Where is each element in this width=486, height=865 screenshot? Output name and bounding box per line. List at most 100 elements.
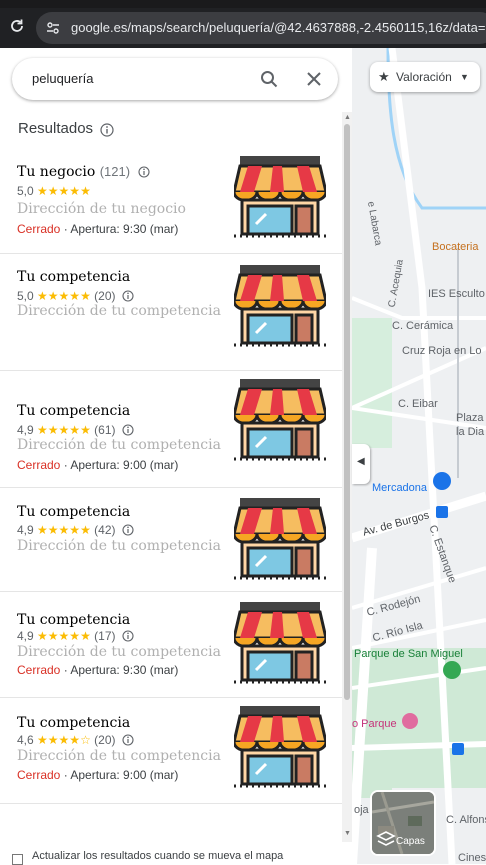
info-icon[interactable] — [100, 123, 114, 137]
rating-row: 4,9 ★★★★★ (42) — [17, 523, 134, 537]
rating-stars: ★★★★★ — [37, 523, 91, 537]
map-label-ies[interactable]: IES Esculto — [428, 288, 485, 300]
rating-value: 5,0 — [17, 289, 34, 303]
business-name[interactable]: Tu competencia — [17, 612, 130, 628]
browser-toolbar: google.es/maps/search/peluquería/@42.463… — [0, 0, 486, 48]
map-roads — [352, 48, 486, 864]
map-label-plaza[interactable]: Plaza — [456, 412, 484, 424]
map-label-parque[interactable]: o Parque — [352, 718, 397, 730]
business-name[interactable]: Tu competencia — [17, 403, 130, 419]
map-label-cruzroja[interactable]: Cruz Roja en Lo — [402, 345, 482, 357]
store-icon — [234, 379, 326, 461]
result-card[interactable]: Tu negocio (121) 5,0 ★★★★★ Dirección de … — [0, 144, 342, 254]
scroll-up-arrow[interactable]: ▲ — [344, 114, 351, 121]
collapse-panel-button[interactable]: ◀ — [352, 444, 370, 484]
rating-value: 4,9 — [17, 423, 34, 437]
star-icon: ★ — [378, 69, 390, 84]
closed-label: Cerrado — [17, 222, 61, 236]
business-address: Dirección de tu negocio — [17, 201, 186, 217]
review-count: (121) — [99, 164, 131, 179]
store-icon — [234, 156, 326, 238]
store-icon — [234, 706, 326, 788]
map-label-eibar: C. Eibar — [398, 398, 438, 410]
result-card[interactable]: Tu competencia 4,9 ★★★★★ (61) Dirección … — [0, 371, 342, 488]
rating-row: 5,0 ★★★★★ (20) — [17, 289, 134, 303]
closed-label: Cerrado — [17, 663, 61, 677]
closed-label: Cerrado — [17, 458, 61, 472]
site-settings-icon[interactable] — [46, 21, 60, 35]
info-icon[interactable] — [122, 734, 134, 746]
map-label-alfonso: C. Alfonso — [446, 814, 486, 826]
search-box[interactable]: peluquería — [12, 58, 338, 100]
store-icon — [234, 498, 326, 580]
review-count: (17) — [94, 629, 116, 643]
scrollbar-thumb[interactable] — [344, 124, 350, 700]
opening-status: Cerrado · Apertura: 9:30 (mar) — [17, 222, 178, 236]
business-address: Dirección de tu competencia — [17, 644, 221, 660]
opening-hours: · Apertura: 9:30 (mar) — [60, 663, 179, 677]
map-label-bocateria[interactable]: Bocateria — [432, 241, 478, 253]
business-name[interactable]: Tu competencia — [17, 504, 130, 520]
rating-value: 5,0 — [17, 184, 34, 198]
rating-value: 4,9 — [17, 523, 34, 537]
reload-icon[interactable] — [8, 17, 26, 35]
business-address: Dirección de tu competencia — [17, 303, 221, 319]
result-card[interactable]: Tu competencia 4,9 ★★★★★ (42) Dirección … — [0, 488, 342, 592]
rating-value: 4,6 — [17, 733, 34, 747]
scroll-down-arrow[interactable]: ▼ — [344, 830, 351, 837]
rating-stars: ★★★★★ — [37, 289, 91, 303]
chevron-down-icon: ▼ — [460, 72, 469, 82]
closed-label: Cerrado — [17, 768, 61, 782]
info-icon[interactable] — [122, 630, 134, 642]
business-name-row[interactable]: Tu negocio (121) — [17, 164, 150, 180]
layers-button[interactable]: Capas — [370, 790, 436, 856]
review-count: (20) — [94, 733, 116, 747]
opening-status: Cerrado · Apertura: 9:30 (mar) — [17, 663, 178, 677]
update-on-move-checkbox[interactable] — [12, 854, 23, 865]
search-input[interactable]: peluquería — [32, 58, 93, 100]
opening-status: Cerrado · Apertura: 9:00 (mar) — [17, 768, 178, 782]
business-name[interactable]: Tu competencia — [17, 269, 130, 285]
rating-row: 4,9 ★★★★★ (17) — [17, 629, 134, 643]
rating-stars: ★★★★★ — [37, 629, 91, 643]
url-text: google.es/maps/search/peluquería/@42.463… — [71, 20, 486, 35]
business-name[interactable]: Tu competencia — [17, 715, 130, 731]
info-icon[interactable] — [137, 166, 150, 178]
map-label-mercadona[interactable]: Mercadona — [372, 482, 427, 494]
opening-hours: · Apertura: 9:00 (mar) — [60, 768, 179, 782]
tab-strip — [0, 0, 486, 8]
store-icon — [234, 602, 326, 684]
opening-hours: · Apertura: 9:30 (mar) — [60, 222, 179, 236]
address-bar[interactable]: google.es/maps/search/peluquería/@42.463… — [36, 12, 486, 44]
store-icon — [234, 265, 326, 347]
info-icon[interactable] — [122, 290, 134, 302]
opening-hours: · Apertura: 9:00 (mar) — [60, 458, 179, 472]
map-label-cines[interactable]: Cines — [458, 852, 486, 864]
map-canvas[interactable]: Bocateria IES Esculto C. Cerámica Cruz R… — [352, 48, 486, 864]
close-icon[interactable] — [305, 70, 323, 88]
search-icon[interactable] — [260, 70, 278, 88]
map-label-sanmiguel[interactable]: Parque de San Miguel — [354, 648, 463, 660]
result-card[interactable]: Tu competencia 4,6 ★★★★☆ (20) Dirección … — [0, 698, 342, 804]
result-card[interactable]: Tu competencia 5,0 ★★★★★ (20) Dirección … — [0, 254, 342, 371]
results-panel: peluquería Resultados Tu negocio (121) 5… — [0, 48, 352, 865]
sort-label: Valoración — [396, 70, 452, 84]
rating-stars: ★★★★☆ — [37, 733, 91, 747]
sort-rating-button[interactable]: ★ Valoración ▼ — [370, 62, 480, 92]
review-count: (42) — [94, 523, 116, 537]
business-address: Dirección de tu competencia — [17, 748, 221, 764]
business-address: Dirección de tu competencia — [17, 437, 221, 453]
review-count: (61) — [94, 423, 116, 437]
business-name[interactable]: Tu negocio — [17, 164, 95, 180]
results-heading: Resultados — [18, 120, 94, 137]
info-icon[interactable] — [122, 424, 134, 436]
result-card[interactable]: Tu competencia 4,9 ★★★★★ (17) Dirección … — [0, 592, 342, 698]
info-icon[interactable] — [122, 524, 134, 536]
map-label-oja: oja — [354, 804, 369, 816]
update-on-move-label: Actualizar los resultados cuando se muev… — [32, 850, 284, 862]
map-label-ladia[interactable]: la Dia — [456, 426, 484, 438]
business-address: Dirección de tu competencia — [17, 538, 221, 554]
chevron-left-icon: ◀ — [357, 456, 365, 467]
opening-status: Cerrado · Apertura: 9:00 (mar) — [17, 458, 178, 472]
rating-row: 5,0 ★★★★★ — [17, 184, 91, 198]
